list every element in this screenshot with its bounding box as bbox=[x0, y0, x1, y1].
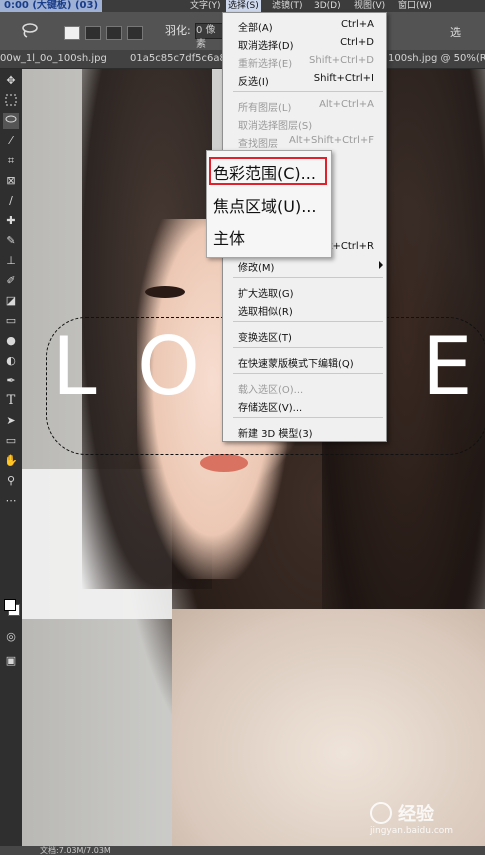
pen-tool-icon[interactable]: ✒ bbox=[3, 373, 19, 389]
path-selection-tool-icon[interactable]: ➤ bbox=[3, 413, 19, 429]
status-bar: 文档:7.03M/7.03M bbox=[0, 846, 485, 855]
menu-filter[interactable]: 滤镜(T) bbox=[272, 0, 303, 12]
menu-item-transform-selection[interactable]: 变换选区(T) bbox=[223, 326, 386, 344]
menu-view[interactable]: 视图(V) bbox=[354, 0, 385, 12]
history-brush-tool-icon[interactable]: ✐ bbox=[3, 273, 19, 289]
menu-item-similar[interactable]: 选取相似(R) bbox=[223, 300, 386, 318]
subtract-selection-button[interactable] bbox=[106, 26, 122, 40]
menu-item-reselect[interactable]: 重新选择(E) Shift+Ctrl+D bbox=[223, 52, 386, 70]
intersect-selection-button[interactable] bbox=[127, 26, 143, 40]
lasso-tool-icon[interactable] bbox=[3, 113, 19, 129]
marquee-tool-icon[interactable] bbox=[3, 93, 19, 109]
menu-item-all-layers[interactable]: 所有图层(L) Alt+Ctrl+A bbox=[223, 96, 386, 114]
menu-item-focus-area[interactable]: 焦点区域(U)... bbox=[213, 193, 316, 217]
watermark: 经验 jingyan.baidu.com bbox=[370, 800, 480, 840]
menu-item-new-3d-model[interactable]: 新建 3D 模型(3) bbox=[223, 422, 386, 440]
menu-item-color-range[interactable]: 色彩范围(C)... bbox=[213, 160, 316, 184]
tab-document-1[interactable]: 00w_1l_0o_100sh.jpg bbox=[0, 50, 120, 68]
blur-tool-icon[interactable]: ● bbox=[3, 333, 19, 349]
menu-item-deselect[interactable]: 取消选择(D) Ctrl+D bbox=[223, 34, 386, 52]
watermark-text: 经验 bbox=[398, 804, 434, 825]
tab-document-2[interactable]: 01a5c85c7df5c6a80 bbox=[130, 50, 222, 68]
dodge-tool-icon[interactable]: ◐ bbox=[3, 353, 19, 369]
menu-item-deselect-layers[interactable]: 取消选择图层(S) bbox=[223, 114, 386, 132]
screen-mode-icon[interactable]: ▣ bbox=[3, 653, 19, 669]
brush-tool-icon[interactable]: ✎ bbox=[3, 233, 19, 249]
menu-separator bbox=[233, 347, 383, 348]
move-tool-icon[interactable]: ✥ bbox=[3, 73, 19, 89]
range-submenu: 色彩范围(C)... 焦点区域(U)... 主体 bbox=[206, 150, 332, 258]
quick-mask-icon[interactable]: ◎ bbox=[3, 629, 19, 645]
rectangle-tool-icon[interactable]: ▭ bbox=[3, 433, 19, 449]
select-and-mask-button[interactable]: 选 bbox=[450, 24, 461, 40]
menu-separator bbox=[233, 91, 383, 92]
menu-item-find-layers[interactable]: 查找图层 Alt+Shift+Ctrl+F bbox=[223, 132, 386, 150]
menu-item-load-selection[interactable]: 载入选区(O)... bbox=[223, 378, 386, 396]
menu-3d[interactable]: 3D(D) bbox=[314, 0, 341, 12]
clone-stamp-tool-icon[interactable]: ⊥ bbox=[3, 253, 19, 269]
frame-tool-icon[interactable]: ⊠ bbox=[3, 173, 19, 189]
menu-item-quick-mask[interactable]: 在快速蒙版模式下编辑(Q) bbox=[223, 352, 386, 370]
menu-separator bbox=[233, 321, 383, 322]
add-selection-button[interactable] bbox=[85, 26, 101, 40]
eraser-tool-icon[interactable]: ◪ bbox=[3, 293, 19, 309]
menu-type[interactable]: 文字(Y) bbox=[190, 0, 221, 12]
menu-item-grow[interactable]: 扩大选取(G) bbox=[223, 282, 386, 300]
new-selection-button[interactable] bbox=[64, 26, 80, 40]
window-title: 0:00 (大键板) (03) bbox=[0, 0, 103, 12]
photo-eye bbox=[145, 286, 185, 298]
zoom-tool-icon[interactable]: ⚲ bbox=[3, 473, 19, 489]
menu-separator bbox=[233, 373, 383, 374]
document-size: 文档:7.03M/7.03M bbox=[40, 846, 111, 855]
tools-panel: ✥ ⁄ ⌗ ⊠ ∕ ✚ ✎ ⊥ ✐ ◪ ▭ ● ◐ ✒ T ➤ ▭ ✋ ⚲ ⋯ … bbox=[0, 69, 23, 855]
lasso-icon[interactable] bbox=[20, 22, 42, 40]
menu-item-save-selection[interactable]: 存储选区(V)... bbox=[223, 396, 386, 414]
menu-item-inverse[interactable]: 反选(I) Shift+Ctrl+I bbox=[223, 70, 386, 88]
menu-separator bbox=[233, 417, 383, 418]
more-tools-icon[interactable]: ⋯ bbox=[3, 493, 19, 509]
hand-tool-icon[interactable]: ✋ bbox=[3, 453, 19, 469]
gradient-tool-icon[interactable]: ▭ bbox=[3, 313, 19, 329]
baidu-paw-icon bbox=[370, 802, 392, 824]
photo-lips bbox=[200, 454, 248, 472]
watermark-url: jingyan.baidu.com bbox=[370, 826, 454, 836]
menu-select[interactable]: 选择(S) bbox=[226, 0, 261, 12]
feather-label: 羽化: bbox=[165, 24, 191, 37]
menu-item-subject[interactable]: 主体 bbox=[213, 225, 245, 249]
tab-document-3[interactable]: 100sh.jpg @ 50%(RGB bbox=[388, 50, 485, 68]
menu-separator bbox=[233, 277, 383, 278]
menu-bar: 0:00 (大键板) (03) 文字(Y) 选择(S) 滤镜(T) 3D(D) … bbox=[0, 0, 485, 12]
feather-input[interactable]: 0 像素 bbox=[195, 23, 225, 50]
healing-brush-tool-icon[interactable]: ✚ bbox=[3, 213, 19, 229]
menu-item-modify[interactable]: 修改(M) bbox=[223, 256, 386, 274]
crop-tool-icon[interactable]: ⌗ bbox=[3, 153, 19, 169]
foreground-color-swatch[interactable] bbox=[4, 599, 16, 611]
submenu-arrow-icon bbox=[379, 261, 383, 269]
menu-window[interactable]: 窗口(W) bbox=[398, 0, 432, 12]
menu-item-all[interactable]: 全部(A) Ctrl+A bbox=[223, 16, 386, 34]
eyedropper-tool-icon[interactable]: ∕ bbox=[3, 193, 19, 209]
magic-wand-tool-icon[interactable]: ⁄ bbox=[3, 133, 19, 149]
type-tool-icon[interactable]: T bbox=[3, 393, 19, 409]
